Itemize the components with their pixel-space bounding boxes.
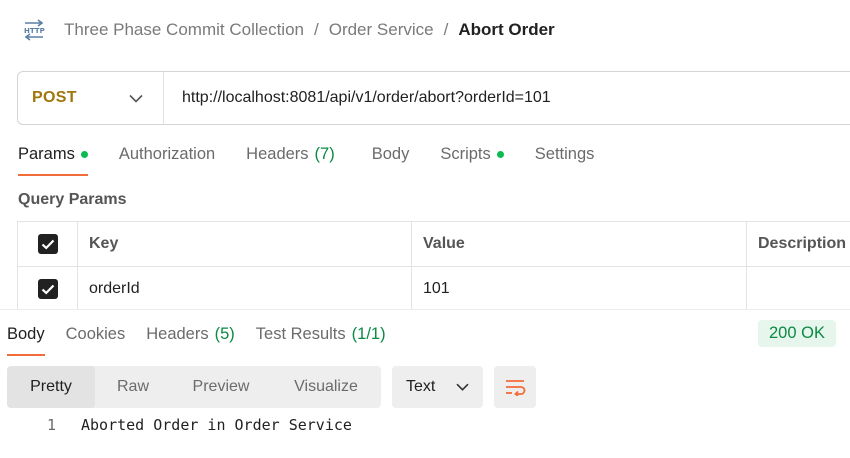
body-type-label: Text [406,378,436,395]
request-tabs: Params Authorization Headers (7) Body Sc… [18,145,625,176]
http-icon: HTTP [24,19,45,41]
tab-label: Body [371,145,410,163]
param-key-input[interactable]: orderId [78,267,412,311]
tab-scripts[interactable]: Scripts [440,145,504,176]
chevron-down-icon [456,383,469,391]
tab-label: Scripts [440,145,491,163]
response-panel: Body Cookies Headers (5) Test Results (1… [0,310,850,458]
format-pretty[interactable]: Pretty [7,366,95,408]
column-header-description: Description [758,235,847,252]
tab-label: Cookies [65,325,126,343]
row-checkbox-cell [18,267,78,311]
page-title[interactable]: Abort Order [458,20,554,40]
param-value-input[interactable]: 101 [412,267,747,311]
tab-label: Headers [246,145,309,163]
chevron-down-icon [129,94,143,103]
format-visualize[interactable]: Visualize [271,366,381,408]
tab-body[interactable]: Body [372,145,410,176]
breadcrumb-item-folder[interactable]: Order Service [329,20,434,40]
breadcrumb-separator: / [443,20,449,39]
format-raw[interactable]: Raw [95,366,171,408]
response-tabs: Body Cookies Headers (5) Test Results (1… [7,325,407,356]
tab-count: (1/1) [351,325,386,343]
breadcrumb-separator: / [313,20,319,39]
breadcrumb: HTTP Three Phase Commit Collection / Ord… [22,18,555,42]
tab-params[interactable]: Params [18,145,88,176]
status-badge[interactable]: 200 OK [758,320,836,347]
param-description-input[interactable] [747,267,850,311]
wrap-lines-icon [506,380,526,396]
check-icon [41,239,54,250]
status-dot [496,151,504,158]
query-params-title: Query Params [18,191,127,208]
tab-test-results[interactable]: Test Results (1/1) [256,325,386,356]
tab-count: (5) [214,325,235,343]
format-preview[interactable]: Preview [171,366,271,408]
tab-label: Params [18,145,75,163]
column-header-key: Key [78,222,412,266]
table-header-row: Key Value Description [18,222,850,267]
select-all-checkbox[interactable] [37,234,58,254]
tab-headers[interactable]: Headers (7) [246,145,335,176]
params-table: Key Value Description orderId 101 [17,221,850,312]
tab-label: Test Results [255,325,346,343]
tab-response-body[interactable]: Body [7,325,45,356]
tab-authorization[interactable]: Authorization [119,145,215,176]
tab-response-cookies[interactable]: Cookies [66,325,126,356]
select-all-cell [18,222,78,266]
wrap-lines-button[interactable] [494,366,536,408]
breadcrumb-item-collection[interactable]: Three Phase Commit Collection [64,20,304,40]
method-select[interactable]: POST [18,72,164,124]
tab-response-headers[interactable]: Headers (5) [146,325,235,356]
row-checkbox[interactable] [37,279,58,299]
tab-label: Settings [534,145,595,163]
column-header-value: Value [412,222,747,266]
tab-settings[interactable]: Settings [535,145,595,176]
table-row: orderId 101 [18,267,850,312]
tab-label: Authorization [118,145,216,163]
url-bar: POST http://localhost:8081/api/v1/order/… [17,71,850,125]
url-input[interactable]: http://localhost:8081/api/v1/order/abort… [164,89,551,107]
line-number: 1 [46,416,56,434]
method-label: POST [32,89,77,106]
check-icon [41,284,54,295]
body-type-select[interactable]: Text [392,366,483,408]
tab-label: Body [7,325,45,343]
status-dot [80,151,88,158]
tab-label: Headers [146,325,209,343]
code-text: Aborted Order in Order Service [81,416,352,434]
svg-text:HTTP: HTTP [24,27,45,35]
tab-count: (7) [314,145,335,163]
format-tabs: Pretty Raw Preview Visualize [7,366,381,408]
code-line: 1 Aborted Order in Order Service [0,416,352,434]
